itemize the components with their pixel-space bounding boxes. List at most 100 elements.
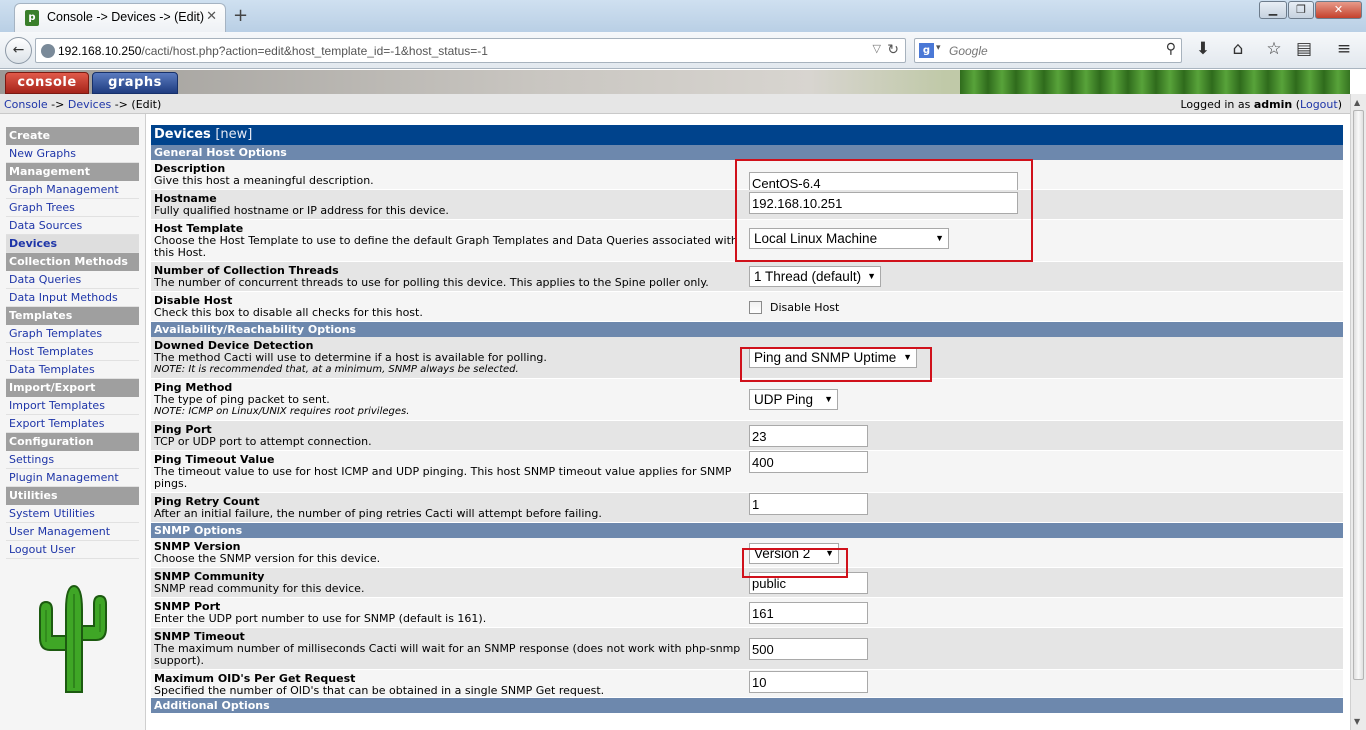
- max-oids-help: Specified the number of OID's that can b…: [154, 684, 605, 697]
- sidebar-header-templates: Templates: [6, 307, 139, 325]
- row-ping-retry: Ping Retry Count After an initial failure…: [151, 493, 1343, 523]
- cactus-banner-decoration: [960, 70, 1350, 94]
- url-bar[interactable]: 192.168.10.250/cacti/host.php?action=edi…: [35, 38, 906, 63]
- highlight-box-snmp-version: [742, 548, 848, 578]
- sidebar: Create New Graphs Management Graph Manageme…: [0, 114, 146, 730]
- logout-link[interactable]: Logout: [1300, 98, 1338, 111]
- sidebar-item-graph-trees[interactable]: Graph Trees: [6, 199, 139, 217]
- section-availability: Availability/Reachability Options: [151, 322, 1343, 337]
- scroll-up-icon[interactable]: ▲: [1354, 98, 1360, 107]
- clipboard-icon[interactable]: ▤: [1293, 39, 1315, 59]
- ping-timeout-input[interactable]: [749, 451, 868, 473]
- sidebar-item-host-templates[interactable]: Host Templates: [6, 343, 139, 361]
- back-arrow-icon[interactable]: ←: [5, 37, 32, 64]
- snmp-version-help: Choose the SNMP version for this device.: [154, 552, 381, 565]
- tab-console[interactable]: console: [5, 72, 89, 94]
- row-disable-host: Disable Host Check this box to disable al…: [151, 292, 1343, 322]
- url-text[interactable]: 192.168.10.250/cacti/host.php?action=edi…: [58, 44, 488, 58]
- section-additional: Additional Options: [151, 698, 1343, 713]
- login-status: Logged in as admin (Logout): [1180, 98, 1342, 111]
- page-title: Devices [new]: [151, 125, 1343, 145]
- reload-icon[interactable]: ↻: [887, 42, 899, 58]
- row-snmp-port: SNMP Port Enter the UDP port number to us…: [151, 598, 1343, 628]
- sidebar-item-system-utilities[interactable]: System Utilities: [6, 505, 139, 523]
- home-icon[interactable]: ⌂: [1227, 39, 1249, 59]
- engine-dropdown-icon[interactable]: ▾: [936, 43, 941, 53]
- sidebar-item-graph-templates[interactable]: Graph Templates: [6, 325, 139, 343]
- ping-method-help: The type of ping packet to sent.: [154, 393, 330, 406]
- sidebar-item-new-graphs[interactable]: New Graphs: [6, 145, 139, 163]
- breadcrumb-bar: Console -> Devices -> (Edit) Logged in a…: [0, 94, 1350, 114]
- snmp-port-input[interactable]: [749, 602, 868, 624]
- sidebar-item-data-templates[interactable]: Data Templates: [6, 361, 139, 379]
- threads-value: 1 Thread (default): [754, 269, 862, 284]
- sidebar-item-import-templates[interactable]: Import Templates: [6, 397, 139, 415]
- ping-timeout-help: The timeout value to use for host ICMP a…: [154, 465, 732, 490]
- cacti-favicon-icon: p: [25, 10, 39, 26]
- scrollbar-thumb[interactable]: [1353, 110, 1364, 680]
- sidebar-item-data-queries[interactable]: Data Queries: [6, 271, 139, 289]
- vertical-scrollbar[interactable]: ▲ ▼: [1350, 94, 1366, 730]
- sidebar-item-logout-user[interactable]: Logout User: [6, 541, 139, 559]
- browser-tab[interactable]: p Console -> Devices -> (Edit) ✕: [14, 3, 226, 32]
- ping-method-select[interactable]: UDP Ping ▼: [749, 389, 838, 410]
- url-host: 192.168.10.250: [58, 44, 142, 58]
- breadcrumb-sep: ->: [47, 98, 68, 111]
- window-minimize-button[interactable]: ▁: [1259, 1, 1287, 19]
- hamburger-menu-icon[interactable]: ≡: [1333, 39, 1355, 59]
- max-oids-input[interactable]: [749, 671, 868, 693]
- tab-graphs[interactable]: graphs: [92, 72, 178, 94]
- sidebar-item-data-sources[interactable]: Data Sources: [6, 217, 139, 235]
- window-maximize-button[interactable]: ❐: [1288, 1, 1314, 19]
- snmp-timeout-help: The maximum number of milliseconds Cacti…: [154, 642, 741, 667]
- sidebar-header-collection-methods: Collection Methods: [6, 253, 139, 271]
- sidebar-item-data-input-methods[interactable]: Data Input Methods: [6, 289, 139, 307]
- ping-retry-input[interactable]: [749, 493, 868, 515]
- snmp-timeout-input[interactable]: [749, 638, 868, 660]
- threads-help: The number of concurrent threads to use …: [154, 276, 709, 289]
- highlight-box-general: [735, 159, 1033, 262]
- magnifier-icon[interactable]: ⚲: [1166, 41, 1176, 57]
- disable-host-help: Check this box to disable all checks for…: [154, 306, 423, 319]
- row-ping-method: Ping Method The type of ping packet to se…: [151, 379, 1343, 421]
- row-snmp-timeout: SNMP Timeout The maximum number of millis…: [151, 628, 1343, 670]
- new-tab-icon[interactable]: +: [233, 5, 248, 26]
- row-threads: Number of Collection Threads The number o…: [151, 262, 1343, 292]
- scroll-down-icon[interactable]: ▼: [1354, 717, 1360, 726]
- sidebar-header-management: Management: [6, 163, 139, 181]
- sidebar-menu: Create New Graphs Management Graph Manageme…: [6, 127, 139, 559]
- threads-select[interactable]: 1 Thread (default) ▼: [749, 266, 881, 287]
- highlight-box-downed: [740, 347, 932, 382]
- download-icon[interactable]: ⬇: [1192, 39, 1214, 59]
- disable-host-checkbox-label[interactable]: Disable Host: [770, 301, 839, 314]
- section-general: General Host Options: [151, 145, 1343, 160]
- search-bar[interactable]: g ▾ Google ⚲: [914, 38, 1182, 63]
- disable-host-checkbox[interactable]: [749, 300, 762, 314]
- star-icon[interactable]: ☆: [1263, 39, 1285, 59]
- breadcrumb-devices-link[interactable]: Devices: [68, 98, 111, 111]
- host-template-help: Choose the Host Template to use to defin…: [154, 234, 738, 259]
- page-title-text: Devices: [154, 127, 211, 142]
- globe-icon: [41, 44, 55, 58]
- breadcrumb-console-link[interactable]: Console: [4, 98, 48, 111]
- sidebar-item-export-templates[interactable]: Export Templates: [6, 415, 139, 433]
- ping-port-input[interactable]: [749, 425, 868, 447]
- url-dropdown-icon[interactable]: ▽: [873, 42, 881, 55]
- window-close-button[interactable]: ✕: [1315, 1, 1362, 19]
- logged-in-user: admin: [1253, 98, 1293, 111]
- sidebar-item-devices[interactable]: Devices: [6, 235, 139, 253]
- snmp-community-help: SNMP read community for this device.: [154, 582, 365, 595]
- sidebar-item-user-management[interactable]: User Management: [6, 523, 139, 541]
- search-placeholder: Google: [949, 44, 988, 58]
- sidebar-item-plugin-management[interactable]: Plugin Management: [6, 469, 139, 487]
- sidebar-item-graph-management[interactable]: Graph Management: [6, 181, 139, 199]
- logged-in-prefix: Logged in as: [1180, 98, 1254, 111]
- breadcrumb-edit: -> (Edit): [111, 98, 162, 111]
- snmp-port-help: Enter the UDP port number to use for SNM…: [154, 612, 487, 625]
- sidebar-item-settings[interactable]: Settings: [6, 451, 139, 469]
- tab-close-icon[interactable]: ✕: [206, 9, 217, 24]
- sidebar-header-import-export: Import/Export: [6, 379, 139, 397]
- section-snmp: SNMP Options: [151, 523, 1343, 538]
- google-engine-icon[interactable]: g: [919, 43, 934, 58]
- sidebar-header-utilities: Utilities: [6, 487, 139, 505]
